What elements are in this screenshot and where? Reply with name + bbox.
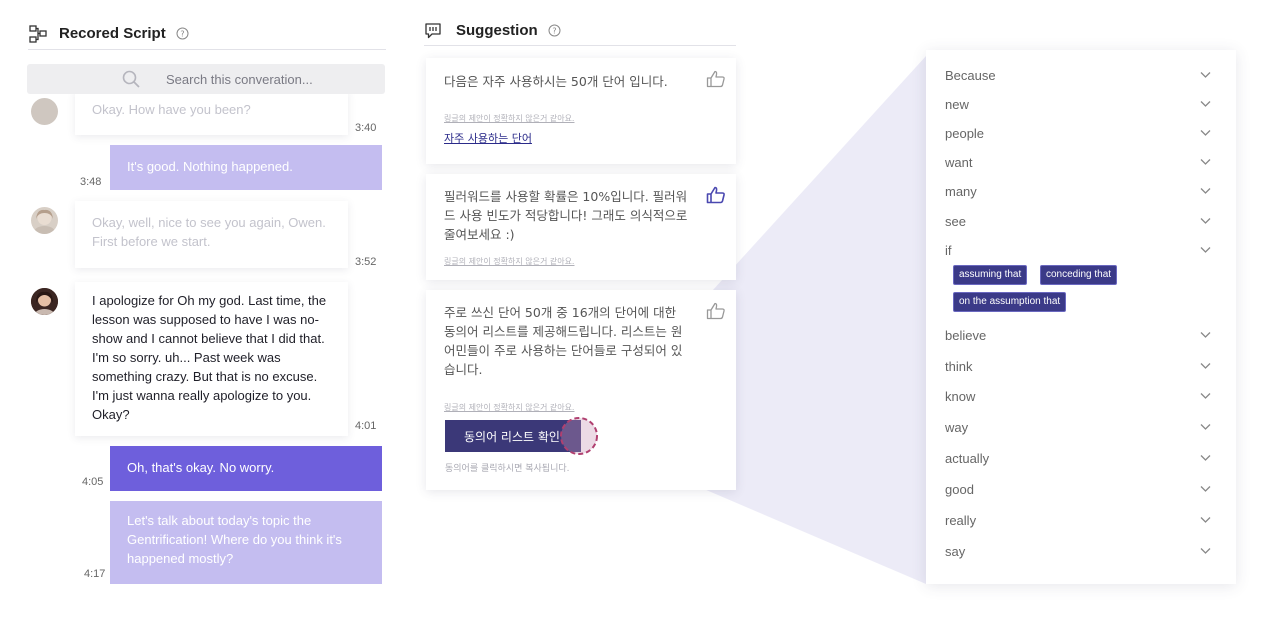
search-icon[interactable] [122,70,140,88]
feedback-link[interactable]: 링글의 제안이 정확하지 않은거 같아요. [444,256,574,267]
avatar [31,288,58,315]
chevron-down-icon[interactable] [1200,158,1211,166]
chevron-down-icon[interactable] [1200,362,1211,370]
chevron-down-icon[interactable] [1200,392,1211,400]
word-row-say[interactable]: say [945,542,1215,562]
chevron-down-icon[interactable] [1200,454,1211,462]
word-label: actually [945,451,990,466]
chevron-down-icon[interactable] [1200,423,1211,431]
word-label: new [945,97,969,112]
feedback-link[interactable]: 링글의 제안이 정확하지 않은거 같아요. [444,113,574,124]
avatar-face-icon [31,288,58,315]
speech-icon [425,22,441,38]
word-row-if[interactable]: if [945,241,1215,261]
suggestion-text: 다음은 자주 사용하시는 50개 단어 입니다. [444,74,668,89]
word-row-new[interactable]: new [945,95,1215,115]
word-row-because[interactable]: Because [945,66,1215,86]
message-bubble: Let's talk about today's topic the Gentr… [110,501,382,584]
word-label: good [945,482,974,497]
word-label: way [945,420,969,435]
word-row-good[interactable]: good [945,480,1215,500]
word-label: say [945,544,966,559]
suggestion-text: 필러워드를 사용할 확률은 10%입니다. 필러워드 사용 빈도가 적당합니다!… [444,189,688,242]
script-panel-title: Recored Script [59,25,166,42]
avatar [31,207,58,234]
suggestion-card: 주로 쓰신 단어 50개 중 16개의 단어에 대한 동의어 리스트를 제공해드… [426,290,736,490]
word-row-people[interactable]: people [945,124,1215,144]
word-label: if [945,243,952,258]
message-bubble: Oh, that's okay. No worry. [110,446,382,491]
word-label: know [945,389,976,404]
flow-icon [29,24,47,43]
message-bubble: Okay. How have you been? [75,94,348,135]
help-icon[interactable]: ? [548,24,561,37]
word-row-many[interactable]: many [945,182,1215,202]
thumbs-up-icon[interactable] [706,70,726,88]
message-bubble: It's good. Nothing happened. [110,145,382,190]
message-time: 3:48 [80,176,102,188]
suggestion-text: 주로 쓰신 단어 50개 중 16개의 단어에 대한 동의어 리스트를 제공해드… [444,305,683,377]
avatar-face-icon [33,209,56,234]
word-label: many [945,184,977,199]
svg-text:?: ? [180,30,184,39]
chevron-down-icon[interactable] [1200,129,1211,137]
chevron-down-icon[interactable] [1200,246,1211,254]
message-time: 4:17 [84,568,106,580]
svg-text:?: ? [552,27,556,36]
word-row-really[interactable]: really [945,511,1215,531]
message-time: 4:05 [82,476,104,488]
word-label: Because [945,68,996,83]
word-row-believe[interactable]: believe [945,326,1215,346]
word-label: want [945,155,973,170]
synonym-tag[interactable]: conceding that [1040,265,1118,285]
chevron-down-icon[interactable] [1200,187,1211,195]
word-row-way[interactable]: way [945,418,1215,438]
word-label: people [945,126,985,141]
chat-transcript[interactable]: Okay. How have you been? 3:40 It's good.… [27,94,387,594]
help-icon[interactable]: ? [176,27,189,40]
search-input[interactable] [166,70,376,88]
chevron-down-icon[interactable] [1200,100,1211,108]
message-bubble: I apologize for Oh my god. Last time, th… [75,282,348,436]
word-label: think [945,359,973,374]
chevron-down-icon[interactable] [1200,516,1211,524]
word-label: really [945,513,977,528]
word-row-know[interactable]: know [945,387,1215,407]
synonym-tag[interactable]: on the assumption that [953,292,1067,312]
thumbs-up-icon[interactable] [706,302,726,320]
word-label: believe [945,328,987,343]
synonym-tag[interactable]: assuming that [953,265,1028,285]
message-time: 3:52 [355,256,377,268]
message-bubble: Okay, well, nice to see you again, Owen.… [75,201,348,268]
thumbs-up-icon[interactable] [706,186,726,204]
script-panel-header: Recored Script ? [28,18,386,50]
avatar [31,98,58,125]
frequent-words-link[interactable]: 자주 사용하는 단어 [444,130,532,146]
chevron-down-icon[interactable] [1200,71,1211,79]
copy-hint: 동의어를 클릭하시면 복사됩니다. [445,464,570,474]
click-highlight-icon [560,417,598,455]
suggestion-panel-header: Suggestion ? [424,16,736,46]
message-time: 4:01 [355,420,377,432]
suggestion-card: 다음은 자주 사용하시는 50개 단어 입니다. 링글의 제안이 정확하지 않은… [426,58,736,164]
suggestion-panel-title: Suggestion [456,22,538,39]
word-row-see[interactable]: see [945,212,1215,232]
message-time: 3:40 [355,122,377,134]
chevron-down-icon[interactable] [1200,547,1211,555]
chevron-down-icon[interactable] [1200,331,1211,339]
word-label: see [945,214,966,229]
suggestion-card: 필러워드를 사용할 확률은 10%입니다. 필러워드 사용 빈도가 적당합니다!… [426,174,736,280]
chevron-down-icon[interactable] [1200,217,1211,225]
word-row-actually[interactable]: actually [945,449,1215,469]
synonym-word-list: Because new people want many see if believe thin… [926,50,1236,584]
search-bar [27,64,385,94]
chevron-down-icon[interactable] [1200,485,1211,493]
word-row-think[interactable]: think [945,357,1215,377]
feedback-link[interactable]: 링글의 제안이 정확하지 않은거 같아요. [444,402,574,413]
word-row-want[interactable]: want [945,153,1215,173]
